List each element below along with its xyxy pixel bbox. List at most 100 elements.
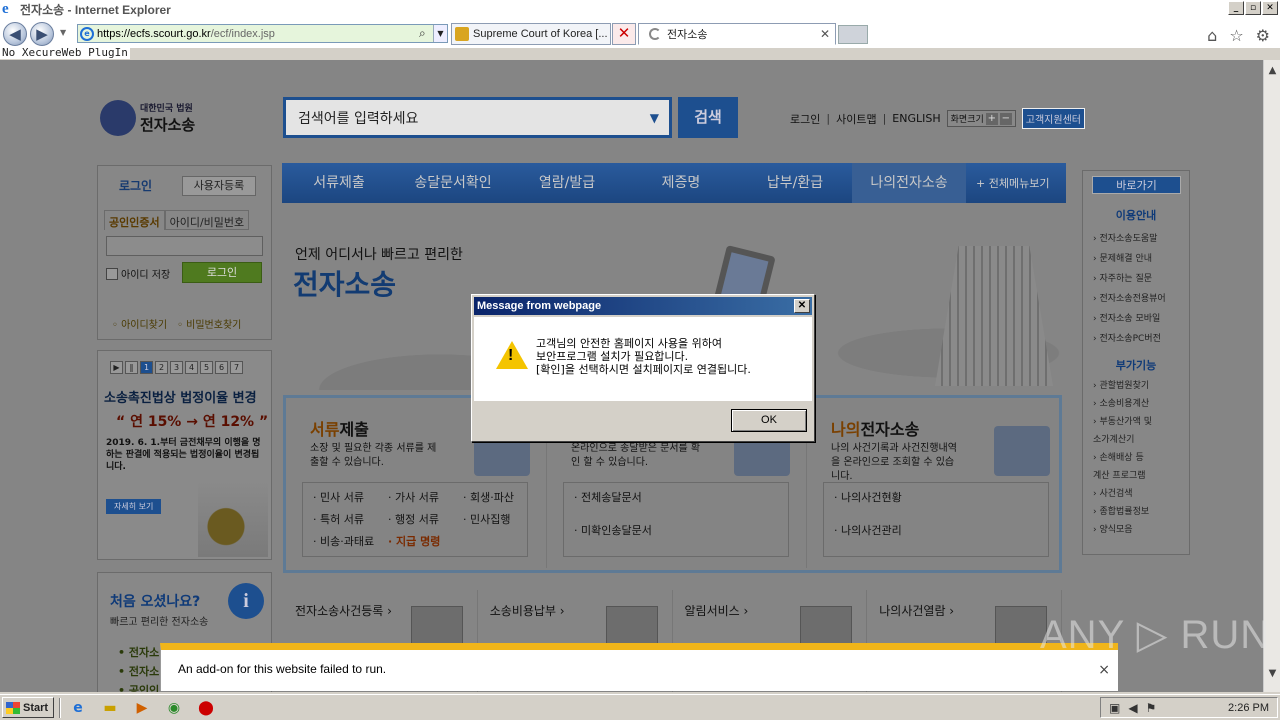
quick-link[interactable]: › 사건검색 (1093, 485, 1152, 503)
link-enforcement[interactable]: · 민사집행 (463, 511, 538, 528)
stop-loading-icon[interactable]: ✕ (612, 23, 636, 45)
nav-delivery[interactable]: 송달문서확인 (396, 163, 510, 203)
dialog-close-button[interactable]: ✕ (794, 299, 810, 313)
nav-payment[interactable]: 납부/환급 (738, 163, 852, 203)
tab-id-password[interactable]: 아이디/비밀번호 (164, 210, 250, 230)
media-icon[interactable]: ▶ (130, 698, 154, 718)
address-url[interactable]: https://ecfs.scourt.go.kr/ecf/index.jsp (97, 28, 419, 40)
quick-link[interactable]: › 종합법률정보 (1093, 503, 1152, 521)
font-minus-button[interactable]: − (999, 112, 1012, 125)
nav-my-ecfs[interactable]: 나의전자소송 (852, 163, 966, 203)
login-tab[interactable]: 로그인 (98, 166, 173, 200)
link-civil[interactable]: · 민사 서류 (313, 489, 388, 506)
pause-icon[interactable]: ‖ (125, 361, 138, 374)
site-search-input[interactable]: 검색어를 입력하세요 ▼ (283, 97, 672, 138)
link-my-case-status[interactable]: · 나의사건현황 (834, 489, 1038, 517)
minimize-button[interactable]: _ (1228, 1, 1244, 15)
quick-link[interactable]: 계산 프로그램 (1093, 467, 1152, 485)
quick-link[interactable]: › 소송비용계산 (1093, 395, 1152, 413)
quick-link[interactable]: › 전자소송 모바일 (1093, 309, 1166, 329)
volume-icon[interactable]: ◀ (1128, 701, 1137, 715)
start-button[interactable]: Start (2, 697, 54, 718)
address-bar[interactable]: e https://ecfs.scourt.go.kr/ecf/index.js… (77, 24, 448, 43)
id-input[interactable] (106, 236, 263, 256)
page-6[interactable]: 6 (215, 361, 228, 374)
play-icon[interactable]: ▶ (110, 361, 123, 374)
nav-view-issue[interactable]: 열람/발급 (510, 163, 624, 203)
link-all-delivery[interactable]: · 전체송달문서 (574, 489, 778, 517)
page-2[interactable]: 2 (155, 361, 168, 374)
checkbox-icon[interactable] (106, 267, 118, 280)
page-5[interactable]: 5 (200, 361, 213, 374)
page-1[interactable]: 1 (140, 361, 153, 374)
list-item[interactable]: • 전자소 (118, 662, 159, 681)
find-password-link[interactable]: ◦ 비밀번호찾기 (177, 316, 241, 331)
nav-submit-docs[interactable]: 서류제출 (282, 163, 396, 203)
nav-certificates[interactable]: 제증명 (624, 163, 738, 203)
restore-button[interactable]: ▫ (1245, 1, 1261, 15)
favorites-icon[interactable]: ☆ (1229, 26, 1243, 45)
vertical-scrollbar[interactable]: ▲ ▼ (1263, 60, 1280, 692)
page-7[interactable]: 7 (230, 361, 243, 374)
quick-link[interactable]: › 손해배상 등 (1093, 449, 1152, 467)
find-id-link[interactable]: ◦ 아이디찾기 (112, 316, 167, 331)
link-noncontentious[interactable]: · 비송·과태료 (313, 533, 388, 550)
stop-icon[interactable]: ⬤ (194, 698, 218, 718)
home-icon[interactable]: ⌂ (1207, 26, 1217, 45)
promo-more-button[interactable]: 자세히 보기 (106, 499, 162, 514)
quick-link[interactable]: › 양식모음 (1093, 521, 1152, 539)
site-logo[interactable]: 대한민국 법원 전자소송 (100, 100, 195, 136)
link-admin[interactable]: · 행정 서류 (388, 511, 463, 528)
network-icon[interactable]: ▣ (1109, 701, 1120, 715)
register-button[interactable]: 사용자등록 (182, 176, 256, 196)
link-my-case-manage[interactable]: · 나의사건관리 (834, 522, 1038, 550)
link-family[interactable]: · 가사 서류 (388, 489, 463, 506)
flag-icon[interactable]: ⚑ (1146, 701, 1157, 715)
close-window-button[interactable]: ✕ (1262, 1, 1278, 15)
quick-link[interactable]: › 전자소송도움말 (1093, 229, 1166, 249)
scroll-down-icon[interactable]: ▼ (1264, 665, 1280, 682)
quick-link[interactable]: › 부동산가액 및 (1093, 413, 1152, 431)
new-tab-button[interactable] (838, 25, 868, 44)
link-patent[interactable]: · 특허 서류 (313, 511, 388, 528)
list-item[interactable]: • 전자소 (118, 643, 159, 662)
tab-certificate[interactable]: 공인인증서 (104, 210, 165, 230)
tools-icon[interactable]: ⚙ (1256, 26, 1270, 45)
quick-link[interactable]: 소가계산기 (1093, 431, 1152, 449)
font-plus-button[interactable]: + (985, 112, 998, 125)
tab-supreme-court[interactable]: Supreme Court of Korea [... ✕ (451, 23, 636, 45)
save-id-checkbox[interactable]: 아이디 저장 (106, 266, 170, 281)
list-item[interactable]: • 공인인 (118, 681, 159, 692)
link-unread-delivery[interactable]: · 미확인송달문서 (574, 522, 778, 550)
quick-link[interactable]: › 전자소송PC버전 (1093, 329, 1166, 349)
folder-icon[interactable]: ▬ (98, 698, 122, 718)
quick-link[interactable]: › 자주하는 질문 (1093, 269, 1166, 289)
nav-all-menu[interactable]: + 전체메뉴보기 (976, 175, 1049, 191)
clock[interactable]: 2:26 PM (1228, 702, 1269, 714)
page-3[interactable]: 3 (170, 361, 183, 374)
link-bankruptcy[interactable]: · 회생·파산 (463, 489, 538, 506)
address-dropdown-icon[interactable]: ▼ (433, 25, 447, 42)
chrome-icon[interactable]: ◉ (162, 698, 186, 718)
scroll-up-icon[interactable]: ▲ (1264, 62, 1280, 79)
ok-button[interactable]: OK (731, 409, 807, 432)
login-button[interactable]: 로그인 (182, 262, 262, 283)
close-tab-icon[interactable]: ✕ (820, 27, 830, 41)
chevron-down-icon[interactable]: ▼ (650, 111, 659, 125)
forward-button[interactable]: ▶ (30, 22, 54, 46)
help-center-button[interactable]: 고객지원센터 (1021, 108, 1085, 129)
quick-link[interactable]: › 관할법원찾기 (1093, 377, 1152, 395)
notification-close-icon[interactable]: × (1098, 662, 1110, 678)
link-payment-order[interactable]: · 지급 명령 (388, 533, 463, 550)
back-button[interactable]: ◀ (3, 22, 27, 46)
quick-link[interactable]: › 전자소송전용뷰어 (1093, 289, 1166, 309)
tab-ecfs[interactable]: 전자소송 ✕ (638, 23, 836, 45)
site-search-button[interactable]: 검색 (678, 97, 738, 138)
link-login[interactable]: 로그인 (790, 111, 820, 127)
quick-link[interactable]: › 문제해결 안내 (1093, 249, 1166, 269)
page-4[interactable]: 4 (185, 361, 198, 374)
history-dropdown-icon[interactable]: ▼ (60, 28, 66, 37)
link-sitemap[interactable]: 사이트맵 (836, 111, 876, 127)
ie-icon[interactable]: e (66, 698, 90, 718)
search-icon[interactable]: ⌕ (419, 26, 433, 41)
